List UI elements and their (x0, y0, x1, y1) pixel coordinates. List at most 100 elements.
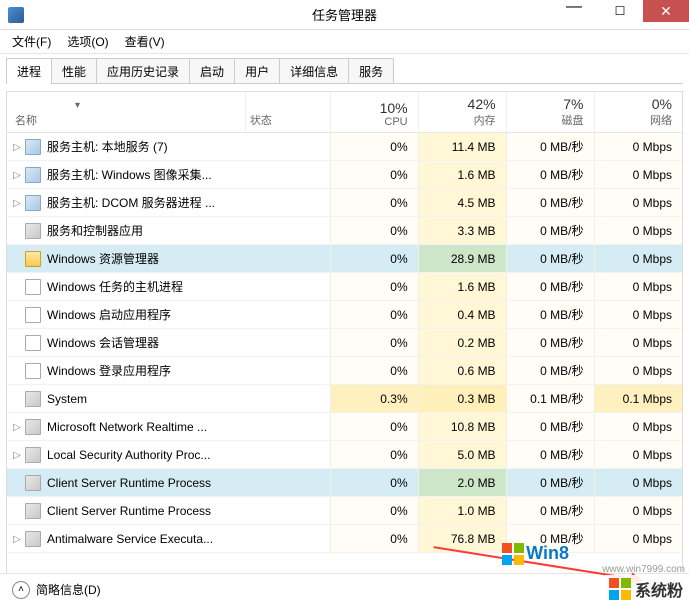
network-total: 0% (599, 96, 673, 112)
table-row[interactable]: Client Server Runtime Process0%2.0 MB0 M… (7, 469, 682, 497)
expander-icon[interactable]: ▷ (11, 534, 23, 545)
tab-services[interactable]: 服务 (348, 58, 394, 84)
expander-icon[interactable]: ▷ (11, 142, 23, 153)
process-icon (25, 531, 41, 547)
process-status (245, 385, 330, 413)
column-disk[interactable]: 7% 磁盘 (506, 92, 594, 133)
process-network: 0 Mbps (594, 497, 682, 525)
table-row[interactable]: Windows 会话管理器0%0.2 MB0 MB/秒0 Mbps (7, 329, 682, 357)
process-name: Client Server Runtime Process (47, 504, 211, 518)
minimize-button[interactable]: — (551, 0, 597, 22)
tab-performance[interactable]: 性能 (51, 58, 97, 84)
process-network: 0 Mbps (594, 245, 682, 273)
tab-processes[interactable]: 进程 (6, 58, 52, 84)
process-name: 服务主机: DCOM 服务器进程 ... (47, 196, 215, 210)
footer: ˄ 简略信息(D) (0, 573, 689, 605)
process-cpu: 0% (330, 329, 418, 357)
process-status (245, 133, 330, 161)
table-row[interactable]: ▷Antimalware Service Executa...0%76.8 MB… (7, 525, 682, 553)
process-disk: 0 MB/秒 (506, 273, 594, 301)
tab-startup[interactable]: 启动 (189, 58, 235, 84)
process-memory: 1.0 MB (418, 497, 506, 525)
column-network[interactable]: 0% 网络 (594, 92, 682, 133)
table-row[interactable]: ▷Local Security Authority Proc...0%5.0 M… (7, 441, 682, 469)
table-row[interactable]: Windows 启动应用程序0%0.4 MB0 MB/秒0 Mbps (7, 301, 682, 329)
chevron-up-icon[interactable]: ˄ (12, 581, 30, 599)
process-status (245, 273, 330, 301)
process-name-cell[interactable]: Windows 启动应用程序 (7, 301, 245, 329)
process-disk: 0 MB/秒 (506, 329, 594, 357)
process-name-cell[interactable]: ▷ Local Security Authority Proc... (7, 441, 245, 469)
process-cpu: 0% (330, 245, 418, 273)
process-name-cell[interactable]: System (7, 385, 245, 413)
process-name-cell[interactable]: 服务和控制器应用 (7, 217, 245, 245)
column-header-row: ▾ 名称 状态 10% CPU 42% 内存 7% 磁盘 (7, 92, 682, 133)
process-name-cell[interactable]: ▷Microsoft Network Realtime ... (7, 413, 245, 441)
process-icon (25, 391, 41, 407)
process-name: Windows 启动应用程序 (47, 308, 171, 322)
column-cpu[interactable]: 10% CPU (330, 92, 418, 133)
process-disk: 0 MB/秒 (506, 189, 594, 217)
process-cpu: 0% (330, 469, 418, 497)
process-name: Windows 任务的主机进程 (47, 280, 183, 294)
column-memory[interactable]: 42% 内存 (418, 92, 506, 133)
expander-icon[interactable]: ▷ (11, 422, 23, 433)
process-name-cell[interactable]: ▷服务主机: 本地服务 (7) (7, 133, 245, 161)
process-status (245, 189, 330, 217)
table-row[interactable]: 服务和控制器应用0%3.3 MB0 MB/秒0 Mbps (7, 217, 682, 245)
process-cpu: 0% (330, 497, 418, 525)
tab-details[interactable]: 详细信息 (279, 58, 349, 84)
process-name-cell[interactable]: ▷Antimalware Service Executa... (7, 525, 245, 553)
tabstrip: 进程 性能 应用历史记录 启动 用户 详细信息 服务 (0, 54, 689, 84)
table-row[interactable]: ▷服务主机: DCOM 服务器进程 ...0%4.5 MB0 MB/秒0 Mbp… (7, 189, 682, 217)
process-name-cell[interactable]: Windows 会话管理器 (7, 329, 245, 357)
process-status (245, 357, 330, 385)
process-disk: 0 MB/秒 (506, 357, 594, 385)
table-row[interactable]: Windows 资源管理器0%28.9 MB0 MB/秒0 Mbps (7, 245, 682, 273)
expander-icon[interactable]: ▷ (11, 198, 23, 209)
process-name-cell[interactable]: Windows 任务的主机进程 (7, 273, 245, 301)
process-memory: 5.0 MB (418, 441, 506, 469)
maximize-button[interactable]: ☐ (597, 0, 643, 22)
table-row[interactable]: ▷服务主机: Windows 图像采集...0%1.6 MB0 MB/秒0 Mb… (7, 161, 682, 189)
process-name-cell[interactable]: ▷服务主机: Windows 图像采集... (7, 161, 245, 189)
process-network: 0 Mbps (594, 161, 682, 189)
table-row[interactable]: Client Server Runtime Process 0%1.0 MB 0 M… (7, 497, 682, 525)
process-name-cell[interactable]: ▷ 服务主机: DCOM 服务器进程 ... (7, 189, 245, 217)
table-row[interactable]: ▷服务主机: 本地服务 (7)0%11.4 MB0 MB/秒0 Mbps (7, 133, 682, 161)
window-controls: — ☐ ✕ (551, 0, 689, 22)
expander-icon[interactable]: ▷ (11, 450, 23, 461)
tab-users[interactable]: 用户 (234, 58, 280, 84)
expander-icon[interactable]: ▷ (11, 170, 23, 181)
tab-app-history[interactable]: 应用历史记录 (96, 58, 190, 84)
process-network: 0 Mbps (594, 301, 682, 329)
process-name-cell[interactable]: Windows 资源管理器 (7, 245, 245, 273)
menu-options[interactable]: 选项(O) (59, 31, 116, 52)
table-row[interactable]: Windows 任务的主机进程0%1.6 MB0 MB/秒0 Mbps (7, 273, 682, 301)
menu-view[interactable]: 查看(V) (117, 31, 173, 52)
process-table-container: ▾ 名称 状态 10% CPU 42% 内存 7% 磁盘 (6, 91, 683, 596)
process-network: 0 Mbps (594, 441, 682, 469)
menu-file[interactable]: 文件(F) (4, 31, 59, 52)
process-network: 0 Mbps (594, 189, 682, 217)
process-name-cell[interactable]: Windows 登录应用程序 (7, 357, 245, 385)
table-row[interactable]: ▷Microsoft Network Realtime ...0%10.8 MB… (7, 413, 682, 441)
process-memory: 11.4 MB (418, 133, 506, 161)
table-row[interactable]: Windows 登录应用程序0%0.6 MB0 MB/秒0 Mbps (7, 357, 682, 385)
column-name[interactable]: ▾ 名称 (7, 92, 245, 133)
process-status (245, 245, 330, 273)
process-name: Local Security Authority Proc... (47, 448, 210, 462)
process-cpu: 0.3% (330, 385, 418, 413)
process-cpu: 0% (330, 525, 418, 553)
fewer-details-link[interactable]: 简略信息(D) (36, 581, 101, 598)
process-network: 0.1 Mbps (594, 385, 682, 413)
table-row[interactable]: System0.3%0.3 MB0.1 MB/秒0.1 Mbps (7, 385, 682, 413)
process-icon (25, 223, 41, 239)
menubar: 文件(F) 选项(O) 查看(V) (0, 30, 689, 54)
process-memory: 0.2 MB (418, 329, 506, 357)
close-button[interactable]: ✕ (643, 0, 689, 22)
process-name-cell[interactable]: Client Server Runtime Process (7, 469, 245, 497)
column-status[interactable]: 状态 (245, 92, 330, 133)
process-icon (25, 251, 41, 267)
process-name-cell[interactable]: Client Server Runtime Process (7, 497, 245, 525)
